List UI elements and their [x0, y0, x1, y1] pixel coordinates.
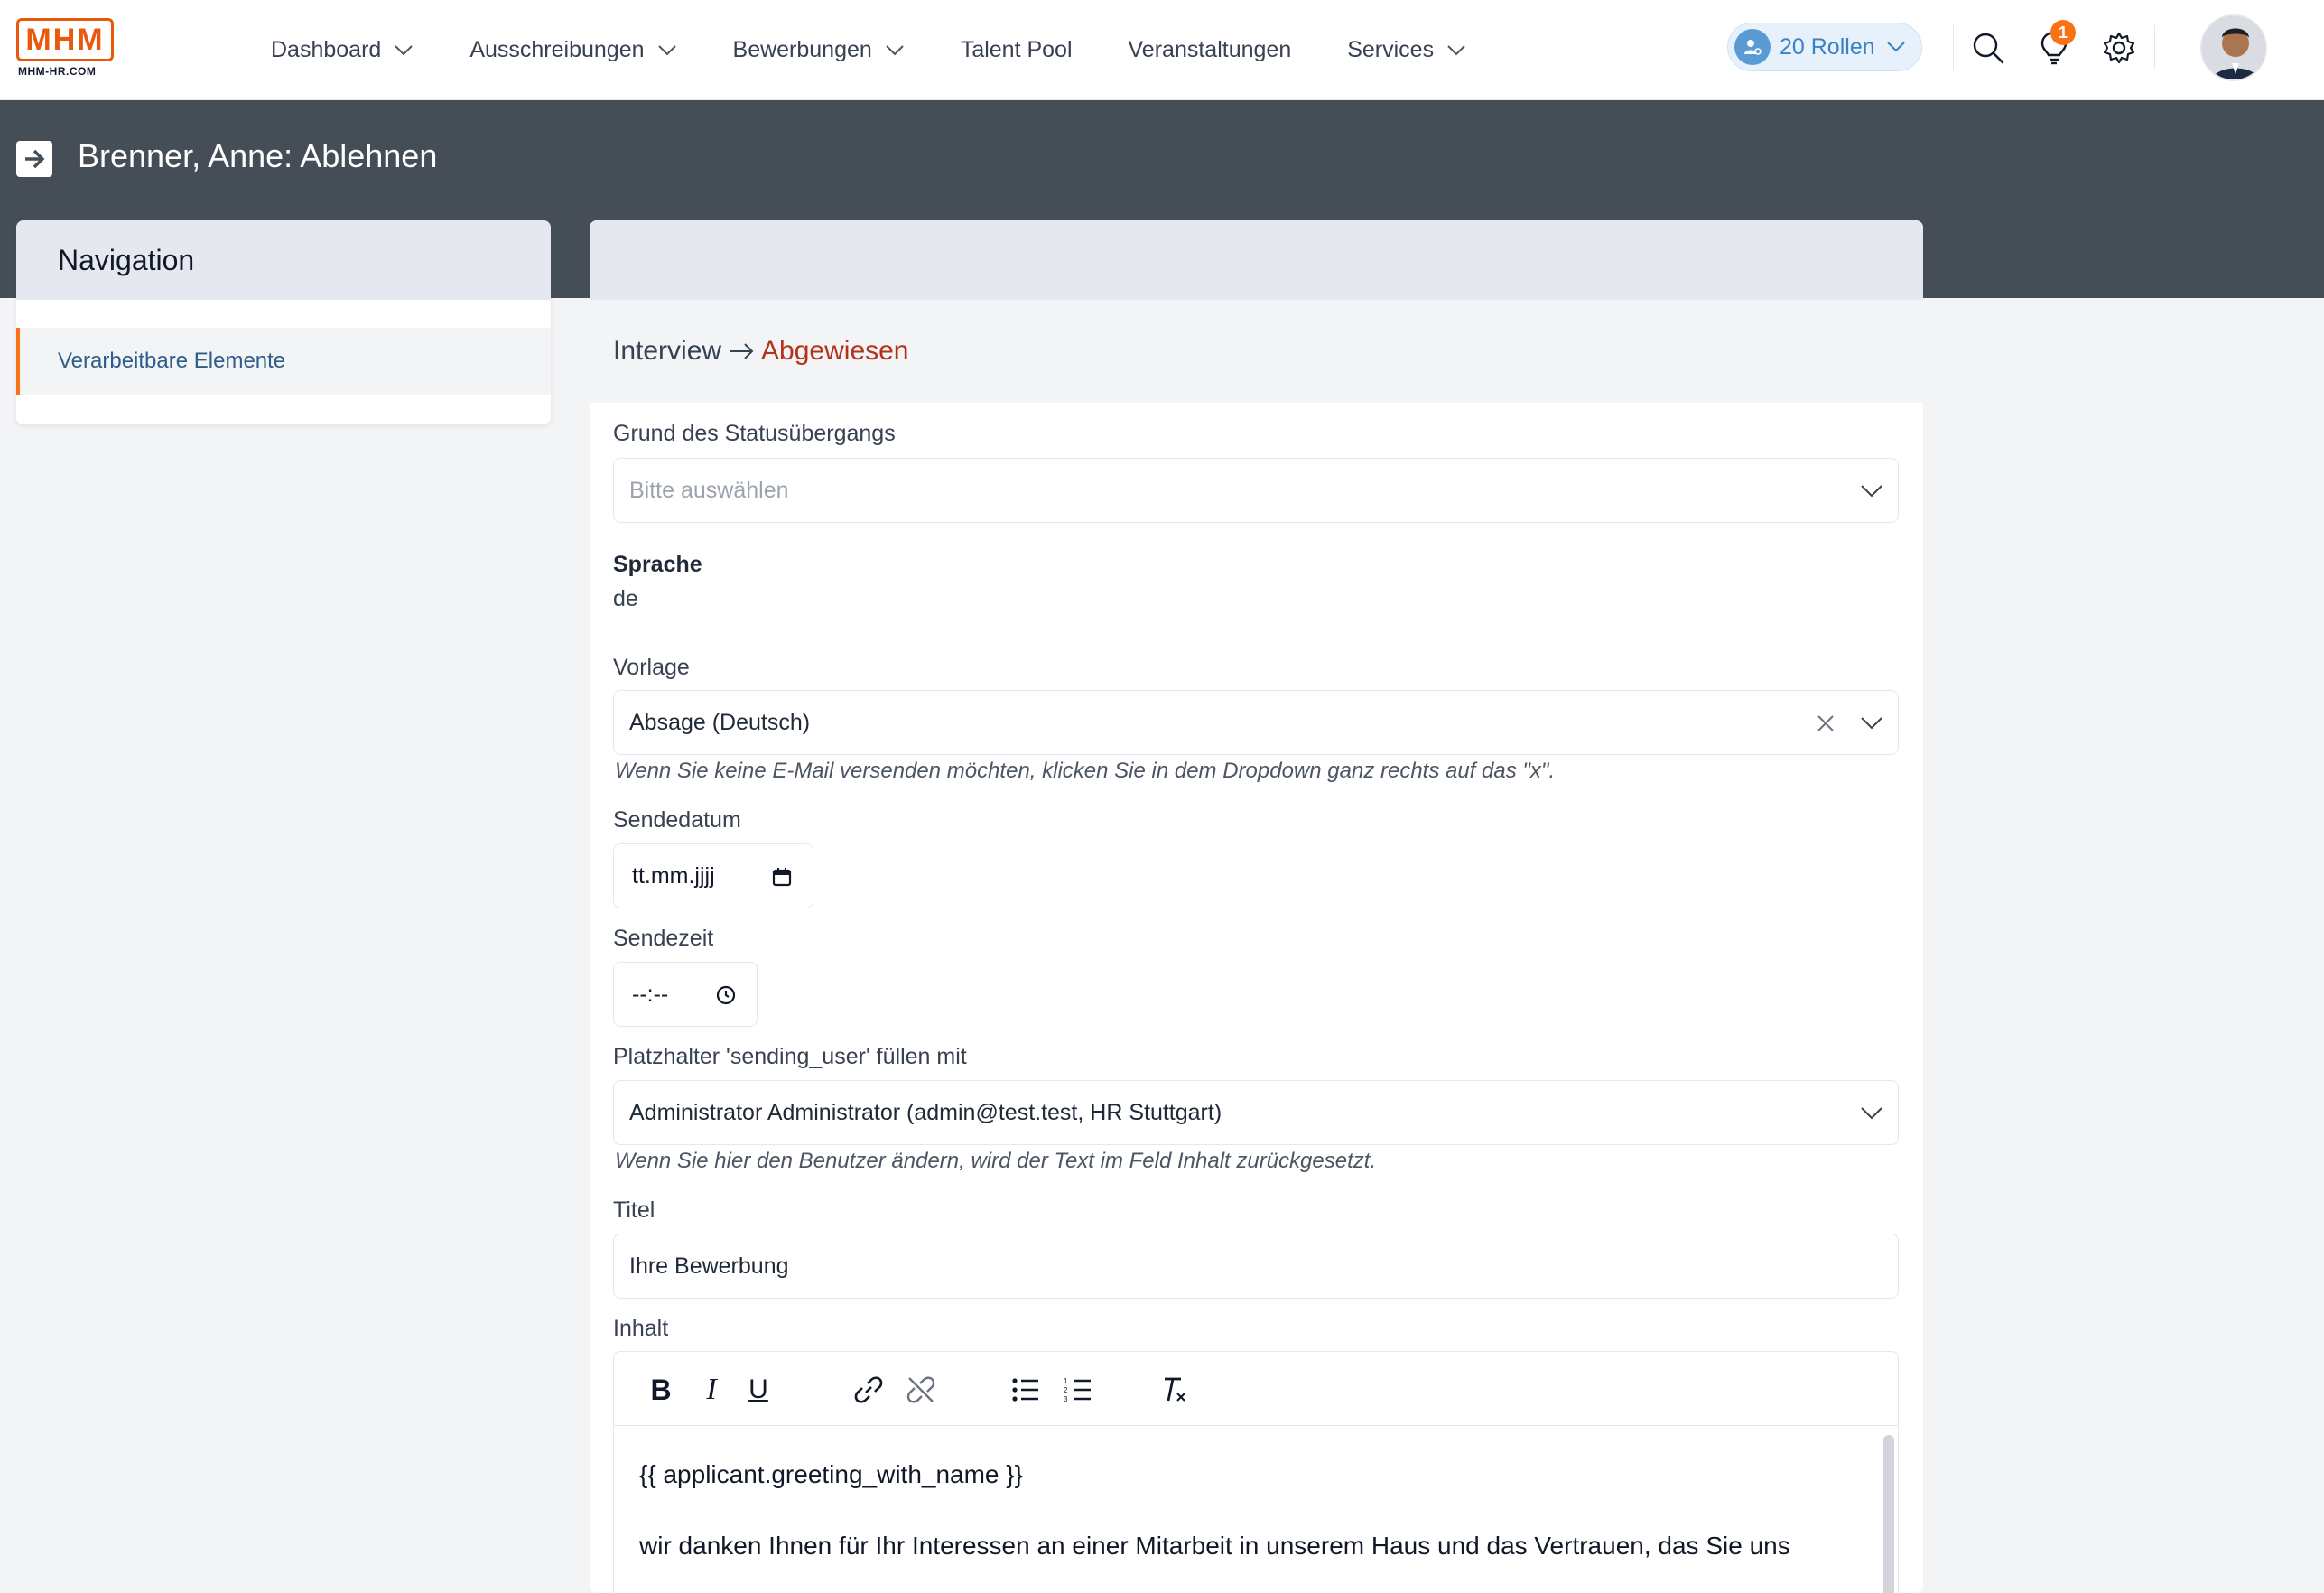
nav-label: Dashboard [271, 37, 382, 62]
svg-text:2: 2 [1064, 1386, 1068, 1394]
send-time-placeholder: --:-- [632, 981, 669, 1007]
roles-dropdown[interactable]: 20 Rollen [1727, 23, 1922, 71]
chevron-down-icon [886, 44, 904, 55]
template-label: Vorlage [613, 655, 690, 680]
editor-toolbar: B I U 123 [614, 1352, 1898, 1426]
status-transition: Interview Abgewiesen [590, 300, 1923, 403]
navigation-heading: Navigation [16, 220, 551, 300]
language-value: de [613, 586, 638, 611]
bold-icon[interactable]: B [643, 1372, 679, 1408]
reason-label: Grund des Statusübergangs [613, 421, 896, 446]
notification-badge: 1 [2050, 20, 2076, 45]
nav-item-talent-pool[interactable]: Talent Pool [961, 37, 1073, 63]
editor-scrollbar[interactable] [1883, 1435, 1894, 1593]
nav-item-bewerbungen[interactable]: Bewerbungen [733, 37, 905, 63]
content-label: Inhalt [613, 1316, 669, 1341]
clear-format-icon[interactable] [1156, 1372, 1192, 1408]
numbered-list-icon[interactable]: 123 [1060, 1372, 1096, 1408]
send-time-input[interactable]: --:-- [613, 962, 758, 1027]
chevron-down-icon [1886, 42, 1905, 52]
link-icon[interactable] [851, 1372, 887, 1408]
navbar-divider [2154, 25, 2155, 70]
clock-icon[interactable] [715, 984, 737, 1006]
language-label: Sprache [613, 552, 702, 577]
unlink-icon[interactable] [903, 1372, 939, 1408]
reason-placeholder: Bitte auswählen [629, 477, 789, 503]
chevron-down-icon [1861, 717, 1882, 730]
nav-label: Services [1347, 37, 1435, 62]
editor-content[interactable]: {{ applicant.greeting_with_name }} wir d… [614, 1426, 1898, 1593]
italic-icon[interactable]: I [693, 1372, 730, 1408]
chevron-down-icon [1861, 485, 1882, 498]
send-date-input[interactable]: tt.mm.jjjj [613, 843, 813, 908]
arrow-right-icon [730, 343, 754, 359]
page-title: Brenner, Anne: Ablehnen [78, 137, 438, 174]
template-hint: Wenn Sie keine E-Mail versenden möchten,… [615, 759, 1556, 783]
chevron-down-icon [1447, 44, 1465, 55]
chevron-down-icon [395, 44, 414, 55]
form-card-header [590, 220, 1923, 300]
arrow-right-box-icon [16, 141, 52, 177]
top-navbar: MHM MHM-HR.COM Dashboard Ausschreibungen… [0, 0, 2324, 100]
nav-item-dashboard[interactable]: Dashboard [271, 37, 414, 63]
content-editor[interactable]: B I U 123 {{ applicant.greeting_with_nam… [613, 1351, 1899, 1593]
navbar-divider [1953, 25, 1954, 70]
template-select[interactable]: Absage (Deutsch) [613, 690, 1899, 755]
sending-user-select[interactable]: Administrator Administrator (admin@test.… [613, 1080, 1899, 1145]
send-time-label: Sendezeit [613, 926, 714, 951]
main-nav: Dashboard Ausschreibungen Bewerbungen Ta… [271, 0, 1522, 100]
sending-user-value: Administrator Administrator (admin@test.… [629, 1099, 1222, 1125]
template-value: Absage (Deutsch) [629, 709, 811, 735]
brand-logo[interactable]: MHM MHM-HR.COM [16, 18, 116, 79]
nav-item-services[interactable]: Services [1347, 37, 1466, 63]
reason-select[interactable]: Bitte auswählen [613, 458, 1899, 523]
transition-to: Abgewiesen [761, 336, 909, 366]
svg-text:1: 1 [1064, 1377, 1068, 1385]
svg-text:3: 3 [1064, 1395, 1068, 1403]
nav-item-ausschreibungen[interactable]: Ausschreibungen [469, 37, 676, 63]
logo-mark: MHM [16, 18, 114, 61]
sending-user-hint: Wenn Sie hier den Benutzer ändern, wird … [615, 1149, 1377, 1173]
nav-item-veranstaltungen[interactable]: Veranstaltungen [1129, 37, 1292, 63]
chevron-down-icon [657, 44, 676, 55]
title-value: Ihre Bewerbung [629, 1253, 789, 1279]
navigation-card: Navigation Verarbeitbare Elemente [16, 220, 551, 424]
nav-label: Veranstaltungen [1128, 37, 1292, 62]
editor-line: wir danken Ihnen für Ihr Interessen an e… [639, 1532, 1790, 1560]
roles-label: 20 Rollen [1780, 33, 1875, 60]
sending-user-label: Platzhalter 'sending_user' füllen mit [613, 1044, 967, 1069]
title-input[interactable]: Ihre Bewerbung [613, 1234, 1899, 1299]
search-icon[interactable] [1969, 29, 2007, 67]
editor-line: {{ applicant.greeting_with_name }} [639, 1460, 1023, 1488]
status-transition-form: Interview Abgewiesen Grund des Statusübe… [590, 220, 1923, 1593]
title-label: Titel [613, 1197, 655, 1223]
close-icon[interactable] [1815, 713, 1836, 734]
bullet-list-icon[interactable] [1008, 1372, 1044, 1408]
transition-from: Interview [613, 336, 722, 366]
chevron-down-icon [1861, 1107, 1882, 1120]
nav-label: Ausschreibungen [469, 37, 645, 62]
logo-subtext: MHM-HR.COM [18, 65, 97, 78]
sidebar-item-verarbeitbare-elemente[interactable]: Verarbeitbare Elemente [16, 328, 551, 395]
nav-label: Bewerbungen [732, 37, 872, 62]
user-avatar[interactable] [2200, 14, 2267, 81]
user-roles-icon [1734, 29, 1771, 65]
calendar-icon[interactable] [771, 866, 793, 888]
underline-icon[interactable]: U [740, 1372, 776, 1408]
send-date-label: Sendedatum [613, 807, 741, 833]
gear-icon[interactable] [2100, 29, 2138, 67]
send-date-placeholder: tt.mm.jjjj [632, 862, 715, 889]
nav-label: Talent Pool [960, 37, 1073, 62]
